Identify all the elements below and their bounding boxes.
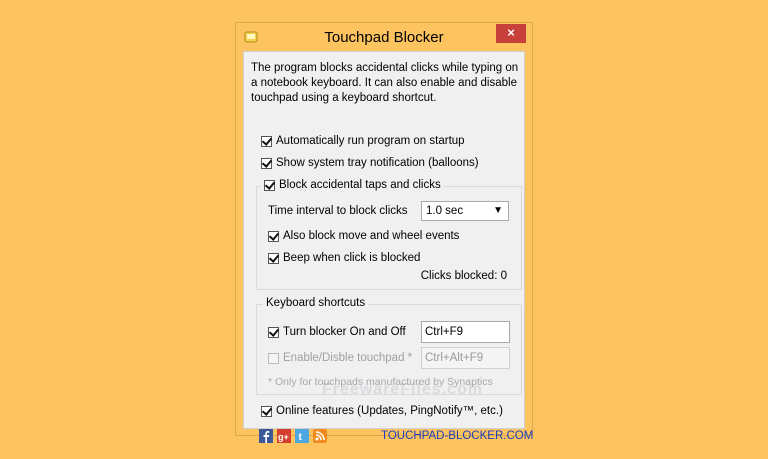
clicks-blocked-counter: Clicks blocked: 0	[420, 270, 507, 282]
blocker-toggle-label: Turn blocker On and Off	[283, 326, 406, 338]
block-taps-option[interactable]: Block accidental taps and clicks	[261, 179, 444, 191]
move-wheel-option[interactable]: Also block move and wheel events	[268, 230, 459, 242]
touchpad-toggle-label: Enable/Disble touchpad *	[283, 352, 413, 364]
autorun-label: Automatically run program on startup	[276, 135, 465, 147]
google-plus-icon[interactable]: g+	[277, 429, 291, 443]
online-features-option[interactable]: Online features (Updates, PingNotify™, e…	[261, 405, 503, 417]
main-panel: The program blocks accidental clicks whi…	[243, 51, 533, 443]
block-taps-group: Block accidental taps and clicks Time in…	[256, 179, 522, 290]
touchpad-shortcut-field: Ctrl+Alt+F9	[421, 347, 510, 369]
tray-notification-option[interactable]: Show system tray notification (balloons)	[261, 157, 479, 169]
watermark: FreewareFiles.com	[322, 381, 484, 398]
move-wheel-label: Also block move and wheel events	[283, 230, 460, 242]
interval-label: Time interval to block clicks	[268, 205, 408, 217]
blocker-toggle-checkbox[interactable]	[268, 326, 279, 338]
interval-select[interactable]: 1.0 sec ▼	[421, 201, 509, 221]
autorun-checkbox[interactable]	[261, 135, 272, 147]
blocker-shortcut-field[interactable]: Ctrl+F9	[421, 321, 510, 343]
app-window: Touchpad Blocker × The program blocks ac…	[235, 22, 533, 443]
blocker-toggle-option[interactable]: Turn blocker On and Off	[268, 326, 406, 338]
window-title: Touchpad Blocker	[324, 29, 444, 46]
tray-notification-checkbox[interactable]	[261, 157, 272, 169]
interval-value: 1.0 sec	[426, 205, 464, 217]
svg-text:g+: g+	[278, 432, 289, 442]
touchpad-toggle-option: Enable/Disble touchpad *	[268, 352, 412, 364]
website-link[interactable]: TOUCHPAD-BLOCKER.COM	[381, 430, 533, 442]
autorun-option[interactable]: Automatically run program on startup	[261, 135, 465, 147]
beep-checkbox[interactable]	[268, 252, 279, 264]
chevron-down-icon: ▼	[493, 205, 503, 216]
block-taps-checkbox[interactable]	[264, 179, 275, 191]
close-button[interactable]: ×	[496, 24, 526, 43]
move-wheel-checkbox[interactable]	[268, 230, 279, 242]
beep-option[interactable]: Beep when click is blocked	[268, 252, 420, 264]
twitter-icon[interactable]: t	[295, 429, 309, 443]
rss-icon[interactable]	[313, 429, 327, 443]
touchpad-toggle-checkbox	[268, 352, 279, 364]
online-features-label: Online features (Updates, PingNotify™, e…	[276, 405, 503, 417]
block-taps-label: Block accidental taps and clicks	[279, 179, 441, 191]
app-icon	[244, 31, 258, 43]
facebook-icon[interactable]	[259, 429, 273, 443]
description-text: The program blocks accidental clicks whi…	[251, 62, 519, 104]
beep-label: Beep when click is blocked	[283, 252, 421, 264]
keyboard-shortcuts-title: Keyboard shortcuts	[263, 297, 369, 309]
title-bar[interactable]: Touchpad Blocker ×	[236, 23, 532, 51]
tray-notification-label: Show system tray notification (balloons)	[276, 157, 479, 169]
online-features-checkbox[interactable]	[261, 405, 272, 417]
